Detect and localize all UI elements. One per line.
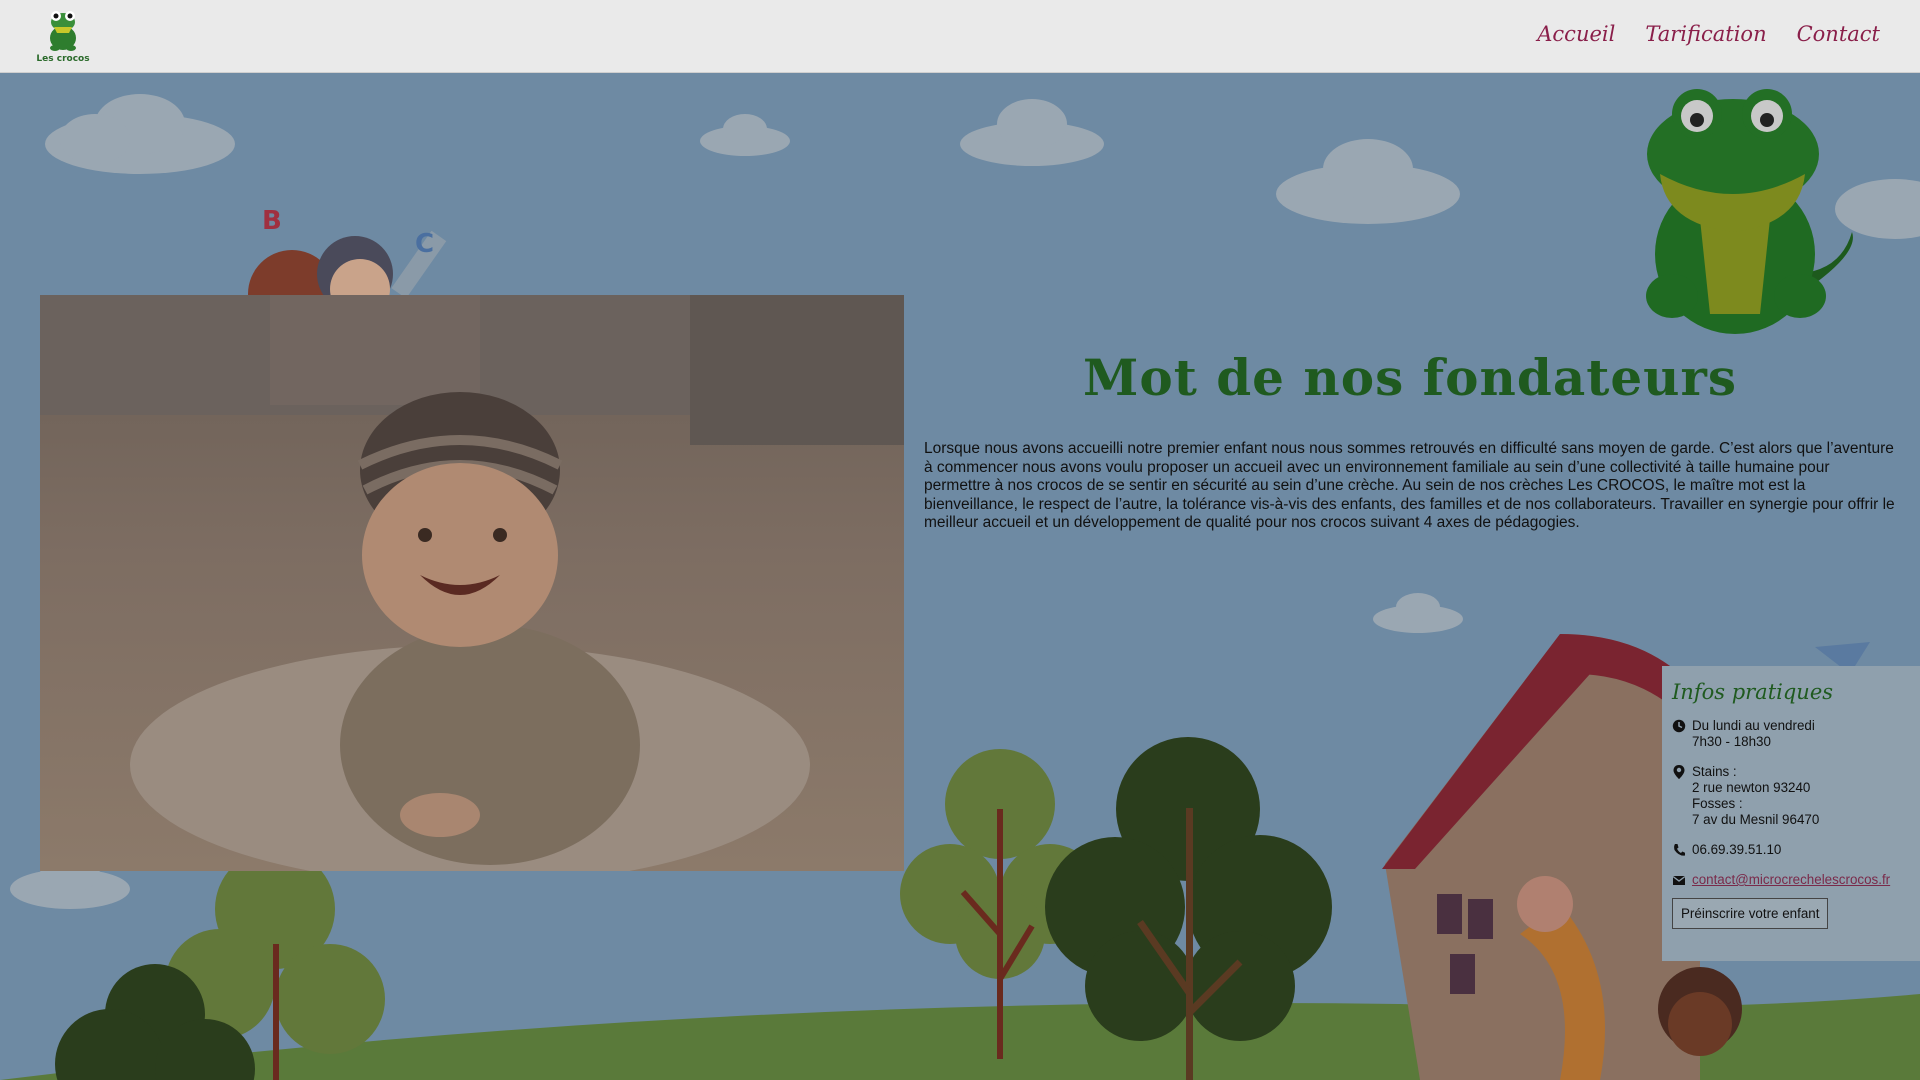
phone-icon bbox=[1674, 844, 1685, 856]
preinscription-button[interactable]: Préinscrire votre enfant bbox=[1672, 898, 1829, 929]
infos-title: Infos pratiques bbox=[1672, 680, 1834, 704]
nav-contact[interactable]: Contact bbox=[1797, 22, 1880, 46]
email-row: contact@microcrechelescrocos.fr bbox=[1672, 872, 1910, 888]
clock-icon bbox=[1672, 719, 1686, 733]
crocodile-logo-icon bbox=[50, 11, 76, 51]
baby-image bbox=[40, 295, 904, 871]
letter-c: C bbox=[415, 229, 434, 259]
envelope-icon bbox=[1672, 875, 1686, 885]
header: Les crocos Accueil Tarification Contact bbox=[0, 0, 1920, 73]
email-link[interactable]: contact@microcrechelescrocos.fr bbox=[1692, 872, 1890, 888]
map-pin-icon bbox=[1673, 765, 1685, 779]
main-nav: Accueil Tarification Contact bbox=[1537, 22, 1880, 46]
logo[interactable]: Les crocos bbox=[36, 8, 90, 64]
location-1-label: Stains : bbox=[1692, 764, 1737, 779]
phone-row: 06.69.39.51.10 bbox=[1672, 842, 1910, 858]
infos-panel: Infos pratiques Du lundi au vendredi 7h3… bbox=[1662, 666, 1920, 961]
logo-text: Les crocos bbox=[36, 54, 90, 64]
founders-paragraph: Lorsque nous avons accueilli notre premi… bbox=[924, 440, 1895, 532]
crocodile-mascot bbox=[1646, 89, 1853, 334]
locations-row: Stains : 2 rue newton 93240 Fosses : 7 a… bbox=[1672, 764, 1910, 828]
location-1-address: 2 rue newton 93240 bbox=[1692, 780, 1811, 795]
page-title: Mot de nos fondateurs bbox=[1083, 348, 1737, 407]
location-2-label: Fosses : bbox=[1692, 796, 1743, 811]
hours-row: Du lundi au vendredi 7h30 - 18h30 bbox=[1672, 718, 1910, 750]
hours-line-2: 7h30 - 18h30 bbox=[1692, 734, 1771, 749]
hours-line-1: Du lundi au vendredi bbox=[1692, 718, 1815, 733]
nav-tarification[interactable]: Tarification bbox=[1645, 22, 1766, 46]
letter-b: B bbox=[262, 206, 282, 236]
baby-photo bbox=[40, 295, 904, 871]
location-2-address: 7 av du Mesnil 96470 bbox=[1692, 812, 1820, 827]
nav-accueil[interactable]: Accueil bbox=[1537, 22, 1615, 46]
phone-number: 06.69.39.51.10 bbox=[1692, 842, 1782, 857]
